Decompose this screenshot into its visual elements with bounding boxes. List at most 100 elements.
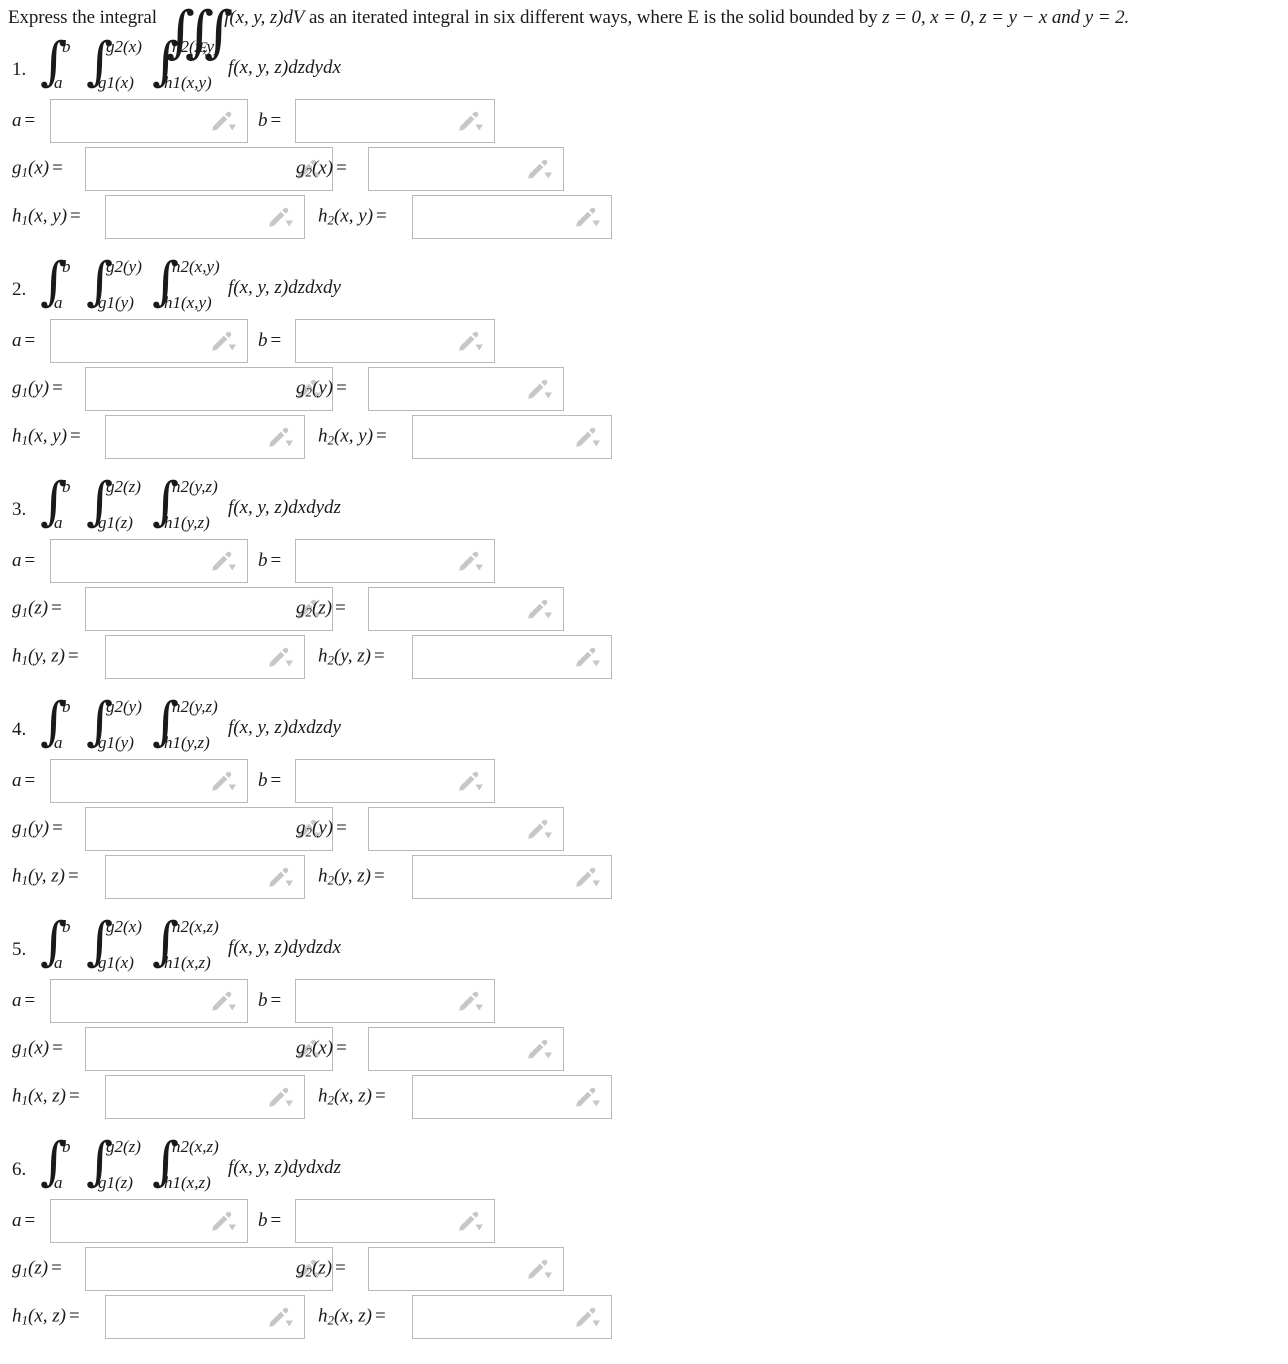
h1-label: h1(x, z) = bbox=[12, 1305, 80, 1328]
g1-label: g1(x) = bbox=[12, 157, 63, 180]
pencil-icon[interactable] bbox=[458, 110, 484, 132]
a-label: a = bbox=[12, 1210, 36, 1231]
pencil-icon[interactable] bbox=[575, 1306, 601, 1328]
pencil-icon[interactable] bbox=[211, 110, 237, 132]
b-label: b = bbox=[258, 550, 282, 571]
field-row: g1(z) = g2(z) = bbox=[0, 585, 1288, 633]
g2-input[interactable] bbox=[368, 1027, 564, 1071]
pencil-icon[interactable] bbox=[575, 866, 601, 888]
outer-upper-limit: b bbox=[62, 477, 71, 496]
a-input[interactable] bbox=[50, 99, 248, 143]
pencil-icon[interactable] bbox=[527, 1258, 553, 1280]
b-input[interactable] bbox=[295, 319, 495, 363]
g2-label: g2(z) = bbox=[296, 597, 346, 620]
h2-input[interactable] bbox=[412, 1295, 612, 1339]
pencil-icon[interactable] bbox=[575, 426, 601, 448]
pencil-icon[interactable] bbox=[211, 550, 237, 572]
b-input[interactable] bbox=[295, 759, 495, 803]
g2-input[interactable] bbox=[368, 367, 564, 411]
pencil-icon[interactable] bbox=[268, 206, 294, 228]
pencil-icon[interactable] bbox=[211, 1210, 237, 1232]
pencil-icon[interactable] bbox=[575, 1086, 601, 1108]
field-row: h1(x, z) = h2(x, z) = bbox=[0, 1073, 1288, 1121]
inner-lower-limit: h1(x,y) bbox=[164, 73, 212, 92]
pencil-icon[interactable] bbox=[268, 866, 294, 888]
problem-1: 1. ∫ b a ∫ g2(x) g1(x) ∫ h2(x,y) h1(x,y)… bbox=[0, 35, 1288, 255]
h1-input[interactable] bbox=[105, 1295, 305, 1339]
pencil-icon[interactable] bbox=[527, 818, 553, 840]
a-input[interactable] bbox=[50, 759, 248, 803]
answer-fields: a = b = g1(z) = g2(z) = h1(y, z) = h2(y, z) = bbox=[0, 537, 1288, 681]
pencil-icon[interactable] bbox=[268, 646, 294, 668]
pencil-icon[interactable] bbox=[458, 770, 484, 792]
pencil-icon[interactable] bbox=[211, 990, 237, 1012]
a-input[interactable] bbox=[50, 539, 248, 583]
g2-input[interactable] bbox=[368, 1247, 564, 1291]
inner-upper-limit: h2(x,z) bbox=[172, 1137, 219, 1156]
middle-upper-limit: g2(y) bbox=[106, 697, 142, 716]
pencil-icon[interactable] bbox=[268, 1306, 294, 1328]
pencil-icon[interactable] bbox=[268, 1086, 294, 1108]
problem-number: 5. bbox=[12, 939, 27, 960]
h2-input[interactable] bbox=[412, 415, 612, 459]
field-row: h1(y, z) = h2(y, z) = bbox=[0, 853, 1288, 901]
h2-input[interactable] bbox=[412, 635, 612, 679]
b-input[interactable] bbox=[295, 979, 495, 1023]
pencil-icon[interactable] bbox=[527, 598, 553, 620]
inner-lower-limit: h1(y,z) bbox=[164, 513, 210, 532]
g2-input[interactable] bbox=[368, 147, 564, 191]
b-input[interactable] bbox=[295, 539, 495, 583]
b-label: b = bbox=[258, 110, 282, 131]
h1-input[interactable] bbox=[105, 415, 305, 459]
g2-label: g2(y) = bbox=[296, 377, 347, 400]
pencil-icon[interactable] bbox=[211, 770, 237, 792]
h1-input[interactable] bbox=[105, 635, 305, 679]
integrand-expression: f(x, y, z)dzdxdy bbox=[228, 277, 341, 298]
outer-upper-limit: b bbox=[62, 1137, 71, 1156]
middle-upper-limit: g2(x) bbox=[106, 917, 142, 936]
outer-lower-limit: a bbox=[54, 73, 63, 92]
pencil-icon[interactable] bbox=[458, 990, 484, 1012]
a-input[interactable] bbox=[50, 1199, 248, 1243]
b-input[interactable] bbox=[295, 99, 495, 143]
middle-lower-limit: g1(z) bbox=[98, 1173, 133, 1192]
pencil-icon[interactable] bbox=[211, 330, 237, 352]
inner-lower-limit: h1(y,z) bbox=[164, 733, 210, 752]
outer-lower-limit: a bbox=[54, 733, 63, 752]
pencil-icon[interactable] bbox=[575, 646, 601, 668]
outer-lower-limit: a bbox=[54, 1173, 63, 1192]
g2-input[interactable] bbox=[368, 807, 564, 851]
pencil-icon[interactable] bbox=[458, 330, 484, 352]
b-input[interactable] bbox=[295, 1199, 495, 1243]
pencil-icon[interactable] bbox=[527, 1038, 553, 1060]
integral-expression: 3. ∫ b a ∫ g2(z) g1(z) ∫ h2(y,z) h1(y,z)… bbox=[0, 475, 1288, 537]
a-input[interactable] bbox=[50, 979, 248, 1023]
answer-fields: a = b = g1(y) = g2(y) = h1(y, z) = h2(y, z) = bbox=[0, 757, 1288, 901]
field-row: g1(y) = g2(y) = bbox=[0, 365, 1288, 413]
worksheet-page: Express the integral ∫∫∫ E f(x, y, z)dV … bbox=[0, 0, 1288, 1355]
pencil-icon[interactable] bbox=[458, 1210, 484, 1232]
g2-input[interactable] bbox=[368, 587, 564, 631]
pencil-icon[interactable] bbox=[527, 158, 553, 180]
pencil-icon[interactable] bbox=[458, 550, 484, 572]
pencil-icon[interactable] bbox=[527, 378, 553, 400]
h2-input[interactable] bbox=[412, 855, 612, 899]
h2-input[interactable] bbox=[412, 1075, 612, 1119]
pencil-icon[interactable] bbox=[268, 426, 294, 448]
h1-input[interactable] bbox=[105, 855, 305, 899]
h1-input[interactable] bbox=[105, 1075, 305, 1119]
b-label: b = bbox=[258, 1210, 282, 1231]
field-row: a = b = bbox=[0, 537, 1288, 585]
g2-label: g2(y) = bbox=[296, 817, 347, 840]
a-input[interactable] bbox=[50, 319, 248, 363]
h1-input[interactable] bbox=[105, 195, 305, 239]
h2-input[interactable] bbox=[412, 195, 612, 239]
pencil-icon[interactable] bbox=[575, 206, 601, 228]
integrand-expression: f(x, y, z)dxdzdy bbox=[228, 717, 341, 738]
field-row: h1(x, z) = h2(x, z) = bbox=[0, 1293, 1288, 1341]
g1-label: g1(y) = bbox=[12, 817, 63, 840]
h1-label: h1(x, y) = bbox=[12, 205, 81, 228]
problem-number: 3. bbox=[12, 499, 27, 520]
